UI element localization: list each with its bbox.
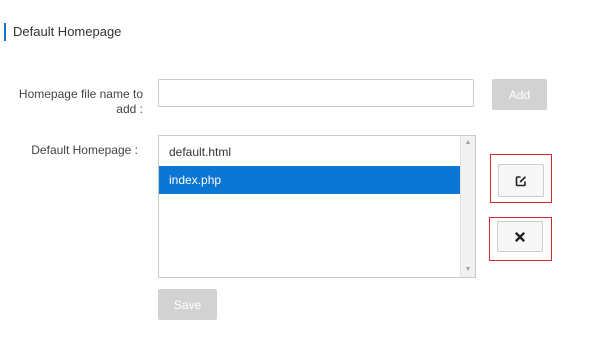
edit-button[interactable] xyxy=(498,164,544,197)
scroll-up-arrow-icon[interactable]: ▲ xyxy=(461,136,475,150)
list-item-index-php[interactable]: index.php xyxy=(159,166,460,194)
save-button[interactable]: Save xyxy=(158,289,217,320)
list-item-default-html[interactable]: default.html xyxy=(159,138,460,166)
scroll-down-arrow-icon[interactable]: ▼ xyxy=(461,263,475,277)
list-scrollbar[interactable]: ▲ ▼ xyxy=(460,136,475,277)
default-homepage-list[interactable]: default.html index.php ▲ ▼ xyxy=(158,135,476,278)
delete-button[interactable] xyxy=(497,221,543,252)
default-homepage-panel: Default Homepage Homepage file name to a… xyxy=(0,0,599,348)
default-homepage-label: Default Homepage : xyxy=(31,143,138,157)
section-title: Default Homepage xyxy=(4,23,121,41)
filename-label: Homepage file name to add : xyxy=(18,87,143,116)
add-button[interactable]: Add xyxy=(492,79,547,110)
close-icon xyxy=(515,231,525,242)
filename-input[interactable] xyxy=(158,79,474,107)
edit-icon xyxy=(515,175,526,186)
